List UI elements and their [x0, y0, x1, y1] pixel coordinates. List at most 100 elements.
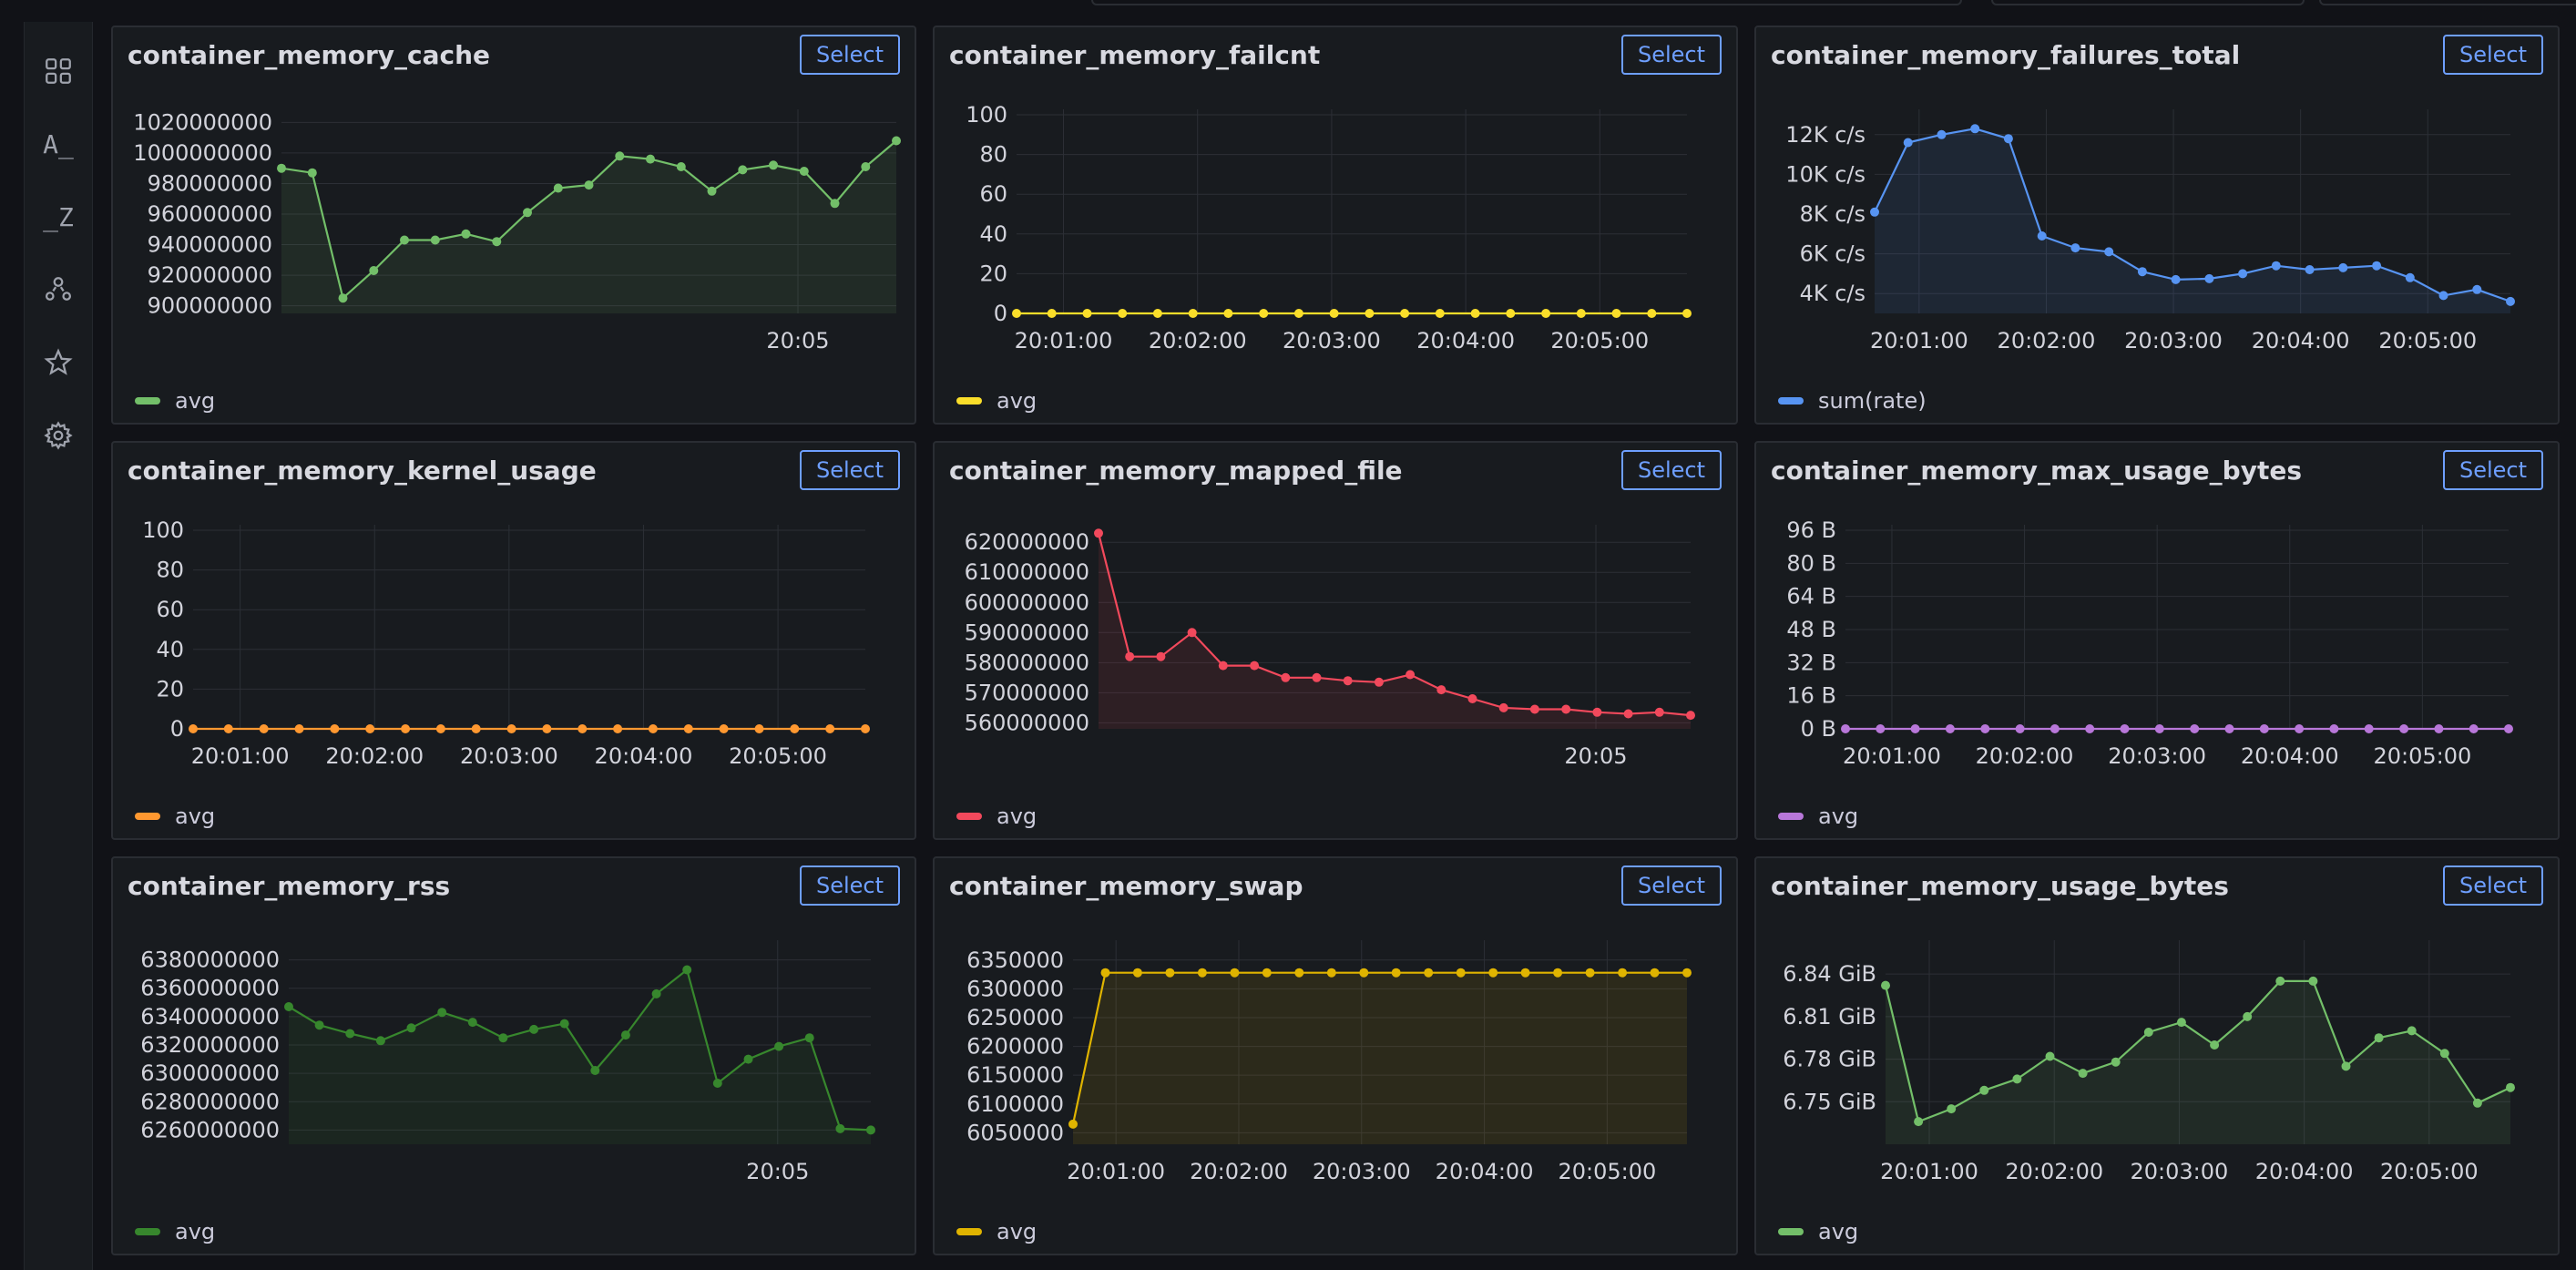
x-tick-label: 20:01:00	[1015, 328, 1113, 353]
data-point	[1250, 661, 1260, 671]
y-tick-label: 100	[966, 102, 1007, 128]
data-point	[1436, 685, 1446, 695]
y-tick-label: 6260000000	[140, 1117, 280, 1142]
x-tick-label: 20:01:00	[1870, 328, 1968, 353]
data-point	[2305, 265, 2315, 274]
data-point	[2469, 724, 2479, 733]
legend[interactable]: avg	[956, 1219, 1037, 1244]
settings-button[interactable]	[36, 414, 80, 457]
x-tick-label: 20:04:00	[1436, 1159, 1534, 1184]
data-point	[835, 1123, 845, 1133]
y-tick-label: 6.81 GiB	[1783, 1004, 1876, 1029]
x-tick-label: 20:02:00	[1190, 1159, 1288, 1184]
data-point	[2210, 1040, 2220, 1050]
x-tick-label: 20:04:00	[2252, 328, 2350, 353]
data-point	[467, 1018, 477, 1028]
data-point	[754, 724, 764, 733]
y-tick-label: 6320000000	[140, 1032, 280, 1058]
data-point	[1945, 724, 1955, 733]
x-tick-label: 20:04:00	[2241, 743, 2339, 769]
legend[interactable]: avg	[135, 1219, 215, 1244]
data-point	[294, 724, 304, 733]
starred-button[interactable]	[36, 341, 80, 384]
data-point	[1876, 724, 1886, 733]
y-tick-label: 960000000	[148, 201, 272, 227]
x-tick-label: 20:03:00	[1313, 1159, 1411, 1184]
data-point	[1188, 309, 1198, 318]
panel-memory-mapped-file: container_memory_mapped_file Select 6200…	[933, 441, 1738, 840]
x-tick-label: 20:02:00	[1149, 328, 1247, 353]
data-point	[1406, 670, 1416, 680]
data-point	[738, 165, 748, 175]
data-point	[2504, 724, 2513, 733]
data-point	[492, 237, 502, 247]
data-point	[1343, 676, 1353, 686]
y-tick-label: 6.84 GiB	[1783, 961, 1876, 987]
legend[interactable]: avg	[956, 804, 1037, 829]
legend[interactable]: avg	[1778, 1219, 1858, 1244]
data-point	[1262, 968, 1272, 978]
legend[interactable]: avg	[135, 804, 215, 829]
y-tick-label: 920000000	[148, 262, 272, 288]
y-tick-label: 980000000	[148, 170, 272, 196]
data-point	[1294, 968, 1304, 978]
data-point	[2015, 724, 2025, 733]
y-tick-label: 6280000000	[140, 1089, 280, 1114]
data-point	[2171, 274, 2181, 284]
data-point	[2238, 269, 2248, 279]
users-button[interactable]	[36, 268, 80, 312]
y-tick-label: 590000000	[965, 620, 1089, 645]
legend-label: avg	[175, 388, 216, 414]
sort-ascending-button[interactable]: A_	[36, 122, 80, 166]
legend[interactable]: avg	[956, 388, 1037, 414]
legend[interactable]: sum(rate)	[1778, 388, 1927, 414]
legend-swatch	[1778, 813, 1804, 820]
y-tick-label: 80 B	[1786, 550, 1836, 576]
data-point	[2329, 724, 2339, 733]
panel-memory-failcnt: container_memory_failcnt Select 100 80 60 4…	[933, 26, 1738, 425]
data-point	[719, 724, 729, 733]
legend-swatch	[1778, 1228, 1804, 1235]
data-point	[2472, 1098, 2482, 1108]
data-point	[553, 183, 563, 193]
y-tick-label: 32 B	[1786, 650, 1836, 675]
y-tick-label: 0	[170, 716, 184, 742]
x-tick-label: 20:05:00	[2378, 328, 2477, 353]
data-point	[1623, 709, 1633, 719]
data-point	[2364, 724, 2374, 733]
y-tick-label: 580000000	[965, 650, 1089, 675]
x-tick-label: 20:02:00	[1976, 743, 2074, 769]
data-point	[2372, 261, 2382, 271]
legend[interactable]: avg	[135, 388, 215, 414]
data-point	[1682, 968, 1692, 978]
data-point	[1152, 309, 1162, 318]
data-point	[830, 199, 840, 209]
legend-label: avg	[997, 1219, 1038, 1244]
y-tick-label: 6.78 GiB	[1783, 1047, 1876, 1072]
data-point	[774, 1041, 784, 1051]
legend[interactable]: avg	[1778, 804, 1858, 829]
panel-memory-failures-total: container_memory_failures_total Select 1…	[1754, 26, 2560, 425]
legend-swatch	[1778, 397, 1804, 405]
x-tick-label: 20:05	[1564, 743, 1627, 769]
data-point	[2176, 1018, 2186, 1028]
x-tick-label: 20:03:00	[2124, 328, 2223, 353]
y-tick-label: 64 B	[1786, 584, 1836, 609]
y-tick-label: 60	[156, 597, 184, 622]
data-point	[1561, 704, 1571, 714]
data-point	[400, 235, 409, 245]
y-tick-label: 6.75 GiB	[1783, 1089, 1876, 1114]
data-point	[707, 186, 717, 196]
legend-swatch	[956, 397, 982, 405]
data-point	[646, 154, 655, 164]
data-point	[2050, 724, 2060, 733]
panel-memory-kernel-usage: container_memory_kernel_usage Select 100…	[111, 441, 916, 840]
panel-memory-rss: container_memory_rss Select 6380000000 63…	[111, 856, 916, 1255]
sort-descending-button[interactable]: _Z	[36, 195, 80, 239]
data-point	[430, 235, 440, 245]
data-point	[2295, 724, 2305, 733]
data-point	[2078, 1069, 2088, 1079]
legend-label: avg	[175, 804, 216, 829]
dashboards-button[interactable]	[36, 49, 80, 93]
y-tick-label: 560000000	[965, 710, 1089, 735]
